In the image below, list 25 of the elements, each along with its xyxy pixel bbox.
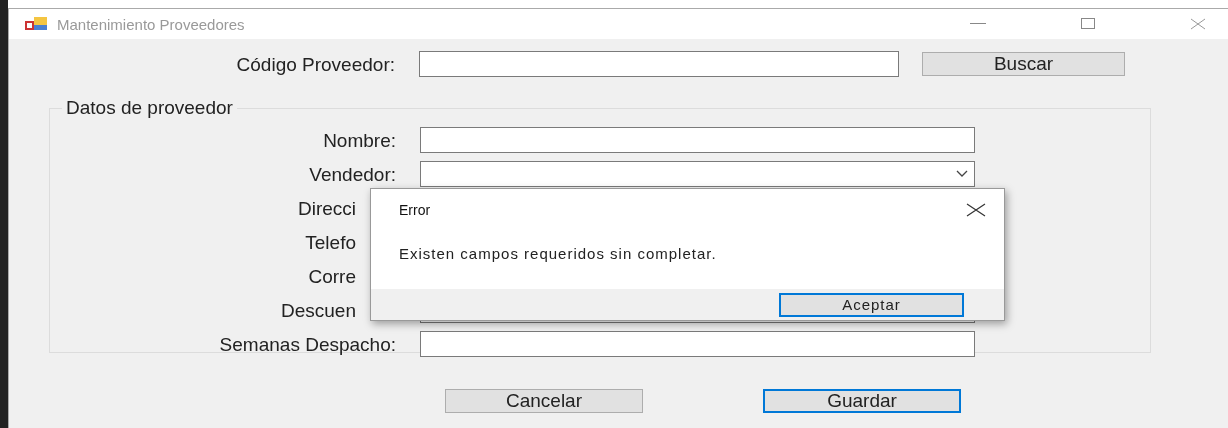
window-title: Mantenimiento Proveedores	[57, 15, 245, 33]
group-title: Datos de proveedor	[65, 97, 234, 119]
field-label: Código Proveedor:	[235, 54, 396, 74]
field-label: Corre	[308, 266, 356, 286]
save-button[interactable]: Guardar	[763, 389, 961, 413]
cancel-button[interactable]: Cancelar	[445, 389, 643, 413]
field-label: Vendedor:	[309, 163, 396, 185]
dialog-message: Existen campos requeridos sin completar.	[398, 244, 718, 264]
maximize-icon[interactable]	[1081, 18, 1095, 30]
dropdown-field[interactable]	[420, 161, 975, 187]
dialog-title: Error	[399, 202, 431, 218]
minimize-icon[interactable]	[970, 23, 986, 25]
field-label: Nombre:	[323, 129, 396, 151]
ok-button[interactable]: Aceptar	[779, 292, 964, 317]
caret-icon	[956, 170, 968, 178]
app-icon	[25, 17, 47, 31]
field-label: Telefo	[305, 232, 356, 252]
text-field[interactable]	[420, 331, 975, 357]
field-label: Descuen	[281, 300, 356, 320]
code-field[interactable]	[419, 51, 899, 77]
field-label: Semanas Despacho:	[219, 333, 396, 355]
text-field[interactable]	[420, 127, 975, 153]
close-icon[interactable]	[966, 203, 986, 217]
field-label: Direcci	[297, 198, 356, 218]
search-button[interactable]: Buscar	[922, 52, 1125, 76]
